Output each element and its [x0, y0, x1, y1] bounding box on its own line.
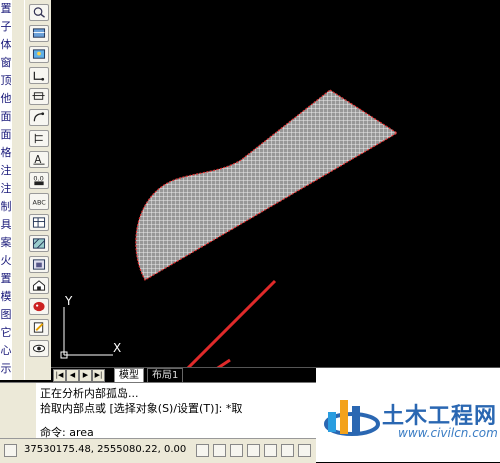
palette-label: 注: [0, 182, 12, 195]
table-tool-button[interactable]: [29, 214, 49, 231]
palette-label: 制: [0, 200, 12, 213]
hatched-region: [135, 90, 397, 280]
palette-label: 置: [0, 272, 12, 285]
snap-toggle-icon[interactable]: [196, 444, 209, 457]
text-icon: A: [33, 155, 45, 166]
edit-tool-button[interactable]: [29, 319, 49, 336]
palette-label: 示: [0, 362, 12, 375]
text-tool-button[interactable]: A: [29, 151, 49, 168]
palette-label: 子: [0, 20, 12, 33]
vertical-toolbar: A 0.0 ABC: [24, 0, 52, 380]
first-tab-button[interactable]: |◀: [53, 369, 66, 382]
watermark-url: www.civilcn.com: [398, 426, 498, 440]
command-history-line-2: 拾取内部点或 [选择对象(S)/设置(T)]: *取: [40, 402, 243, 415]
image-tool-button[interactable]: [29, 46, 49, 63]
prev-tab-button[interactable]: ◀: [66, 369, 79, 382]
drawing-svg: Y X: [60, 89, 399, 429]
palette-label: 模: [0, 290, 12, 303]
status-bar: 37530175.48, 2555080.22, 0.00: [0, 438, 316, 463]
hatch-icon: [32, 238, 46, 249]
status-toggle-icon[interactable]: [4, 444, 17, 457]
watermark-logo-icon: [324, 400, 380, 436]
ortho-toggle-icon[interactable]: [230, 444, 243, 457]
zoom-icon: [33, 7, 45, 18]
last-tab-button[interactable]: ▶|: [92, 369, 105, 382]
abc-tool-button[interactable]: ABC: [29, 193, 49, 210]
drawing-canvas[interactable]: Y X: [51, 0, 500, 429]
palette-label: 心: [0, 344, 12, 357]
table-icon: [32, 217, 46, 228]
polyline-tool-button[interactable]: [29, 67, 49, 84]
palette-label: 它: [0, 326, 12, 339]
annotation-arrow: [127, 279, 277, 429]
palette-label: 具: [0, 218, 12, 231]
attribute-tool-button[interactable]: 0.0: [29, 172, 49, 189]
edit-icon: [33, 322, 44, 333]
image-icon: [32, 49, 46, 59]
house-icon: [32, 280, 46, 291]
palette-label: 案: [0, 236, 12, 249]
watermark-logo-area: 土木工程网 www.civilcn.com: [316, 368, 500, 462]
zoom-tool-button[interactable]: [29, 4, 49, 21]
block-icon: [32, 259, 46, 270]
palette-label: 他: [0, 92, 12, 105]
move-icon: [32, 92, 45, 100]
svg-text:0.0: 0.0: [33, 175, 43, 183]
dimension-icon: [34, 133, 43, 144]
otrack-toggle-icon[interactable]: [281, 444, 294, 457]
palette-label: 面: [0, 128, 12, 141]
palette-label: 注: [0, 164, 12, 177]
command-window-handle[interactable]: [0, 382, 37, 439]
hatch-tool-button[interactable]: [29, 235, 49, 252]
eye-icon: [32, 344, 46, 353]
layers-icon: [32, 28, 46, 38]
next-tab-button[interactable]: ▶: [79, 369, 92, 382]
grid-toggle-icon[interactable]: [213, 444, 226, 457]
polyline-icon: [33, 71, 45, 81]
ucs-y-label: Y: [64, 294, 73, 308]
osnap-toggle-icon[interactable]: [264, 444, 277, 457]
tab-model[interactable]: 模型: [114, 368, 144, 382]
palette-tool-button[interactable]: [29, 298, 49, 315]
lineweight-toggle-icon[interactable]: [298, 444, 311, 457]
block-tool-button[interactable]: [29, 256, 49, 273]
attribute-icon: 0.0: [33, 175, 44, 186]
house-tool-button[interactable]: [29, 277, 49, 294]
palette-label: 窗: [0, 56, 12, 69]
layers-tool-button[interactable]: [29, 25, 49, 42]
move-tool-button[interactable]: [29, 88, 49, 105]
palette-label: 图: [0, 308, 12, 321]
palette-icon: [33, 301, 45, 312]
palette-label: 格: [0, 146, 12, 159]
arc-icon: [33, 112, 45, 122]
ucs-x-label: X: [113, 341, 121, 355]
tab-layout1[interactable]: 布局1: [147, 368, 184, 382]
ucs-icon: [60, 307, 113, 359]
coordinate-readout: 37530175.48, 2555080.22, 0.00: [24, 444, 187, 455]
command-history-line-1: 正在分析内部孤岛...: [40, 387, 139, 400]
palette-label: 火: [0, 254, 12, 267]
palette-label: 顶: [0, 74, 12, 87]
palette-label: 体: [0, 38, 12, 51]
arc-tool-button[interactable]: [29, 109, 49, 126]
eye-tool-button[interactable]: [29, 340, 49, 357]
polar-toggle-icon[interactable]: [247, 444, 260, 457]
svg-text:ABC: ABC: [33, 198, 47, 206]
command-window: 正在分析内部孤岛... 拾取内部点或 [选择对象(S)/设置(T)]: *取 命…: [36, 382, 316, 439]
palette-label: 面: [0, 110, 12, 123]
palette-label: 置: [0, 2, 12, 15]
abc-icon: ABC: [33, 198, 47, 206]
dimension-tool-button[interactable]: [29, 130, 49, 147]
